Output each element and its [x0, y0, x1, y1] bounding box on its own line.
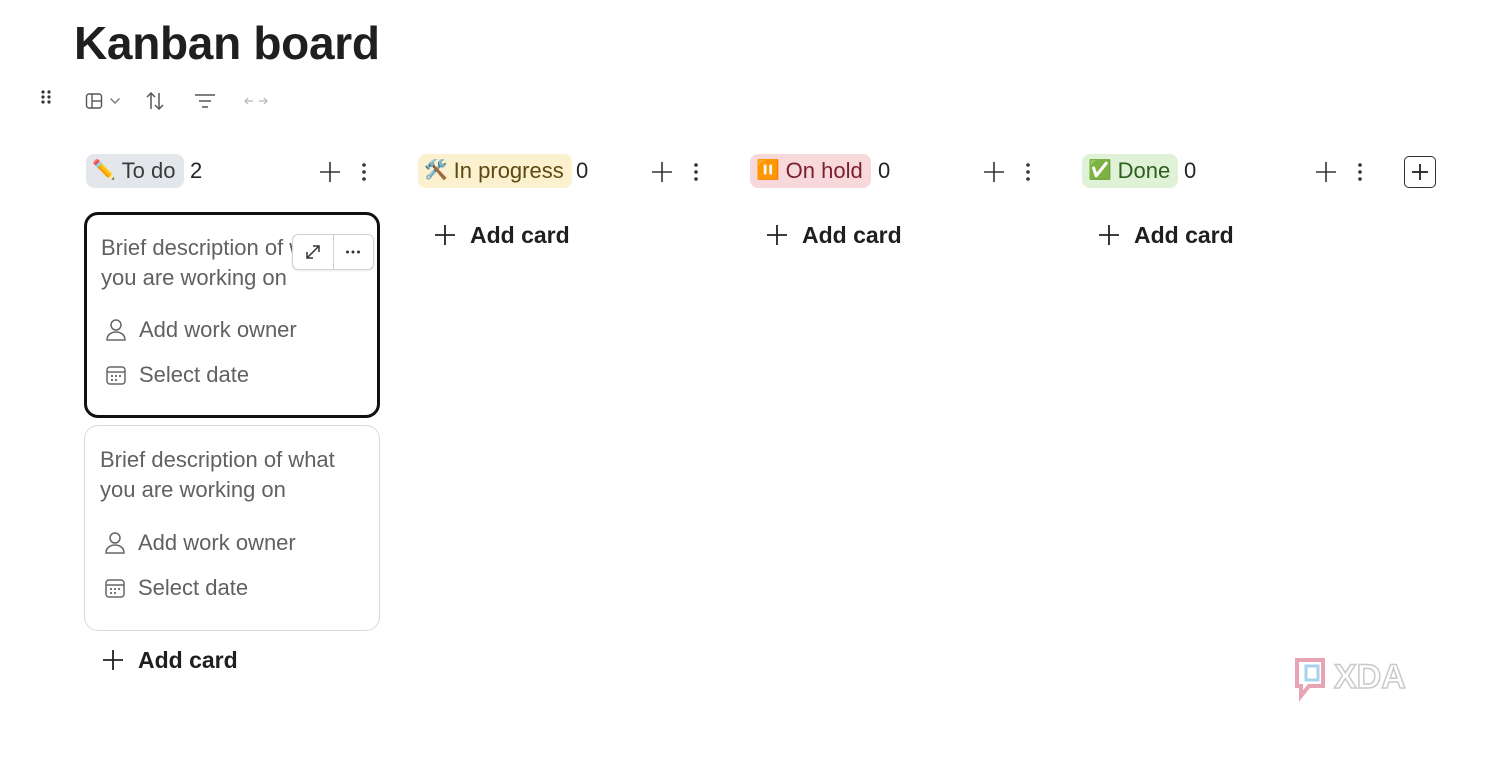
add-card-button[interactable]: Add card [434, 218, 570, 252]
person-icon [105, 532, 125, 554]
plus-icon [652, 162, 672, 182]
expand-icon [306, 245, 320, 259]
add-card-label: Add card [1134, 221, 1234, 248]
column-more-button[interactable] [1346, 158, 1374, 186]
owner-field[interactable]: Add work owner [104, 530, 296, 556]
card-count: 2 [190, 158, 203, 183]
date-field[interactable]: Select date [104, 575, 248, 601]
status-pill-in-progress[interactable]: 🛠️ In progress [418, 154, 572, 188]
toolbar [0, 84, 300, 118]
calendar-icon [105, 579, 125, 598]
column-more-button[interactable] [682, 158, 710, 186]
column-label: Done [1117, 158, 1171, 183]
column-header-done: ✅ Done 0 [1082, 152, 1382, 192]
status-pill-to-do[interactable]: ✏️ To do [86, 154, 184, 188]
column-header-to-do: ✏️ To do 2 [86, 152, 386, 192]
sort-icon[interactable] [140, 88, 170, 114]
kanban-card[interactable]: Brief description of what you are workin… [84, 425, 380, 631]
board-view-icon [85, 92, 103, 110]
add-card-plus-button[interactable] [980, 158, 1008, 186]
status-pill-on-hold[interactable]: ⏸️ On hold [750, 154, 871, 188]
drag-handle-icon[interactable] [36, 86, 56, 108]
date-placeholder: Select date [138, 575, 249, 600]
date-field[interactable]: Select date [105, 362, 249, 388]
pencil-icon: ✏️ [92, 160, 116, 181]
add-card-plus-button[interactable] [648, 158, 676, 186]
add-column-button[interactable] [1404, 156, 1436, 188]
filter-icon[interactable] [190, 88, 220, 114]
plus-icon [1099, 225, 1119, 245]
add-card-plus-button[interactable] [316, 158, 344, 186]
add-card-label: Add card [138, 646, 238, 673]
more-vertical-icon [1358, 163, 1362, 181]
card-more-button[interactable] [332, 235, 374, 269]
plus-icon [1412, 164, 1428, 180]
card-action-bar [292, 234, 374, 270]
column-more-button[interactable] [350, 158, 378, 186]
plus-icon [767, 225, 787, 245]
owner-placeholder: Add work owner [138, 530, 296, 555]
card-count: 0 [1184, 158, 1197, 183]
card-count: 0 [878, 158, 891, 183]
add-card-plus-button[interactable] [1312, 158, 1340, 186]
more-vertical-icon [1026, 163, 1030, 181]
column-label: On hold [785, 158, 863, 183]
open-card-button[interactable] [293, 235, 333, 269]
add-card-label: Add card [802, 221, 902, 248]
more-vertical-icon [694, 163, 698, 181]
owner-field[interactable]: Add work owner [105, 317, 297, 343]
plus-icon [435, 225, 455, 245]
view-switcher-button[interactable] [80, 88, 126, 114]
page-title: Kanban board [74, 17, 380, 69]
plus-icon [984, 162, 1004, 182]
plus-icon [320, 162, 340, 182]
pause-icon: ⏸️ [756, 160, 780, 181]
column-label: In progress [453, 158, 564, 183]
status-pill-done[interactable]: ✅ Done [1082, 154, 1179, 188]
owner-placeholder: Add work owner [139, 317, 297, 342]
kanban-card[interactable]: Brief description of what you are workin… [84, 212, 380, 418]
card-count: 0 [576, 158, 589, 183]
card-description[interactable]: Brief description of what you are workin… [100, 445, 350, 505]
plus-icon [1316, 162, 1336, 182]
plus-icon [103, 650, 123, 670]
tools-icon: 🛠️ [424, 160, 448, 181]
column-more-button[interactable] [1014, 158, 1042, 186]
more-horizontal-icon [346, 250, 361, 254]
date-placeholder: Select date [139, 362, 250, 387]
calendar-icon [106, 366, 126, 385]
check-mark-icon: ✅ [1088, 160, 1112, 181]
column-header-in-progress: 🛠️ In progress 0 [418, 152, 718, 192]
column-header-on-hold: ⏸️ On hold 0 [750, 152, 1050, 192]
add-card-button[interactable]: Add card [1098, 218, 1234, 252]
expand-width-icon[interactable] [240, 88, 272, 114]
column-label: To do [121, 158, 176, 183]
add-card-label: Add card [470, 221, 570, 248]
xda-watermark-logo: XDA [1294, 654, 1440, 702]
more-vertical-icon [362, 163, 366, 181]
svg-text:XDA: XDA [1334, 658, 1406, 696]
chevron-down-icon [109, 97, 121, 105]
add-card-button[interactable]: Add card [102, 643, 238, 677]
person-icon [106, 319, 126, 341]
add-card-button[interactable]: Add card [766, 218, 902, 252]
